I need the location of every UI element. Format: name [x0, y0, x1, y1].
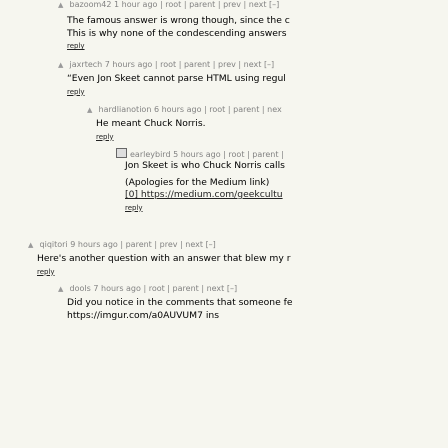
comment-username[interactable]: earleybird: [130, 150, 171, 159]
comment-age[interactable]: 6 hours ago: [154, 105, 202, 114]
comment-body: The famous answer is wrong though, since…: [67, 15, 448, 51]
separator: |: [154, 240, 158, 249]
comment-username[interactable]: hardlianotion: [99, 105, 152, 114]
reply-link[interactable]: reply: [67, 41, 85, 51]
separator: |: [261, 105, 265, 114]
comment-age[interactable]: 9 hours ago: [70, 240, 118, 249]
comment-header: ▲ qiqitori 9 hours ago | parent | prev |…: [28, 239, 448, 251]
separator: |: [120, 240, 124, 249]
parent-link[interactable]: parent: [233, 105, 259, 114]
upvote-icon[interactable]: ▲: [58, 284, 67, 295]
collapse-toggle[interactable]: [–]: [264, 60, 274, 69]
separator: |: [243, 0, 247, 9]
parent-link[interactable]: parent: [126, 240, 152, 249]
parent-link[interactable]: parent: [189, 0, 215, 9]
separator: |: [227, 105, 231, 114]
next-link[interactable]: next: [207, 284, 225, 293]
comment-hardlianotion: ▲ hardlianotion 6 hours ago | root | par…: [87, 104, 448, 116]
separator: |: [201, 284, 205, 293]
prev-link[interactable]: prev: [160, 240, 178, 249]
next-link[interactable]: next: [249, 0, 267, 9]
root-link[interactable]: root: [165, 0, 181, 9]
comment-age[interactable]: 5 hours ago: [173, 150, 221, 159]
reply-link[interactable]: reply: [125, 203, 143, 213]
comment-age[interactable]: 7 hours ago: [93, 284, 141, 293]
next-link[interactable]: next: [185, 240, 203, 249]
separator: |: [238, 60, 242, 69]
comment-earleybird: earleybird 5 hours ago | root | parent |: [116, 148, 448, 160]
reply-link[interactable]: reply: [67, 87, 85, 97]
parent-link[interactable]: parent: [184, 60, 210, 69]
comment-header: ▲ hardlianotion 6 hours ago | root | par…: [87, 104, 448, 116]
separator: |: [281, 150, 284, 159]
comment-text: He meant Chuck Norris.: [96, 118, 206, 129]
root-link[interactable]: root: [160, 60, 176, 69]
upvote-icon[interactable]: ▲: [58, 60, 67, 71]
comment-text: “Even Jon Skeet cannot parse HTML using …: [67, 73, 286, 84]
separator: |: [223, 150, 226, 159]
separator: |: [204, 105, 207, 114]
comment-body: “Even Jon Skeet cannot parse HTML using …: [67, 73, 448, 97]
comment-header: earleybird 5 hours ago | root | parent |: [116, 148, 448, 160]
comment-text: https://imgur.com/a0AUVUM7 ins: [67, 309, 220, 321]
root-link[interactable]: root: [149, 284, 165, 293]
upvote-icon[interactable]: ▲: [87, 105, 96, 116]
separator: |: [167, 284, 170, 293]
comment-username[interactable]: qiqitori: [40, 240, 68, 249]
next-link[interactable]: next: [244, 60, 262, 69]
comment-body: Jon Skeet is who Chuck Norris calls (Apo…: [125, 160, 448, 213]
comment-age[interactable]: 1 hour ago: [114, 0, 157, 9]
separator: |: [247, 150, 250, 159]
separator: |: [159, 0, 163, 9]
comment-header: ▲ bazoom42 1 hour ago | root | parent | …: [58, 0, 448, 11]
comment-text: Here's another question with an answer t…: [37, 253, 291, 264]
collapse-toggle[interactable]: [–]: [269, 0, 279, 9]
comment-body: Did you notice in the comments that some…: [67, 297, 448, 322]
separator: |: [212, 60, 216, 69]
root-link[interactable]: root: [228, 150, 244, 159]
parent-link[interactable]: parent: [252, 150, 278, 159]
prev-link[interactable]: prev: [218, 60, 236, 69]
comment-body: He meant Chuck Norris. reply: [96, 118, 448, 142]
comment-url[interactable]: [0] https://medium.com/geekcultu: [125, 189, 283, 200]
comment-text: Did you notice in the comments that some…: [67, 297, 293, 308]
parent-link[interactable]: parent: [173, 284, 199, 293]
prev-link[interactable]: prev: [223, 0, 241, 9]
comment-username[interactable]: jaxrtech: [70, 60, 103, 69]
comment-jaxrtech: ▲ jaxrtech 7 hours ago | root | parent |…: [58, 59, 448, 71]
comment-body: Here's another question with an answer t…: [37, 253, 448, 277]
comment-bazoom42: ▲ bazoom42 1 hour ago | root | parent | …: [58, 0, 448, 11]
comment-dools: ▲ dools 7 hours ago | root | parent | ne…: [58, 283, 448, 295]
comment-text: Jon Skeet is who Chuck Norris calls: [125, 160, 285, 171]
next-link[interactable]: nex: [267, 105, 282, 114]
separator: |: [217, 0, 221, 9]
comment-qiqitori: ▲ qiqitori 9 hours ago | parent | prev |…: [28, 239, 448, 251]
separator: |: [154, 60, 158, 69]
comment-text: (Apologies for the Medium link): [125, 176, 270, 188]
comment-age[interactable]: 7 hours ago: [105, 60, 153, 69]
comment-text: The famous answer is wrong though, since…: [67, 15, 290, 26]
collapse-toggle[interactable]: [–]: [206, 240, 216, 249]
separator: |: [143, 284, 147, 293]
comment-header: ▲ dools 7 hours ago | root | parent | ne…: [58, 283, 448, 295]
comment-username[interactable]: dools: [70, 284, 91, 293]
upvote-icon[interactable]: ▲: [58, 0, 67, 11]
collapse-toggle[interactable]: [–]: [227, 284, 237, 293]
separator: |: [183, 0, 187, 9]
root-link[interactable]: root: [209, 105, 225, 114]
reply-link[interactable]: reply: [37, 267, 55, 277]
avatar: [116, 148, 127, 158]
upvote-icon[interactable]: ▲: [28, 240, 37, 251]
comment-link[interactable]: [0] https://medium.com/geekcultu: [125, 189, 448, 202]
comment-username[interactable]: bazoom42: [70, 0, 112, 9]
comment-text: This is why none of the condescending an…: [67, 27, 287, 39]
separator: |: [180, 240, 183, 249]
separator: |: [178, 60, 182, 69]
reply-link[interactable]: reply: [96, 132, 114, 142]
comment-header: ▲ jaxrtech 7 hours ago | root | parent |…: [58, 59, 448, 71]
